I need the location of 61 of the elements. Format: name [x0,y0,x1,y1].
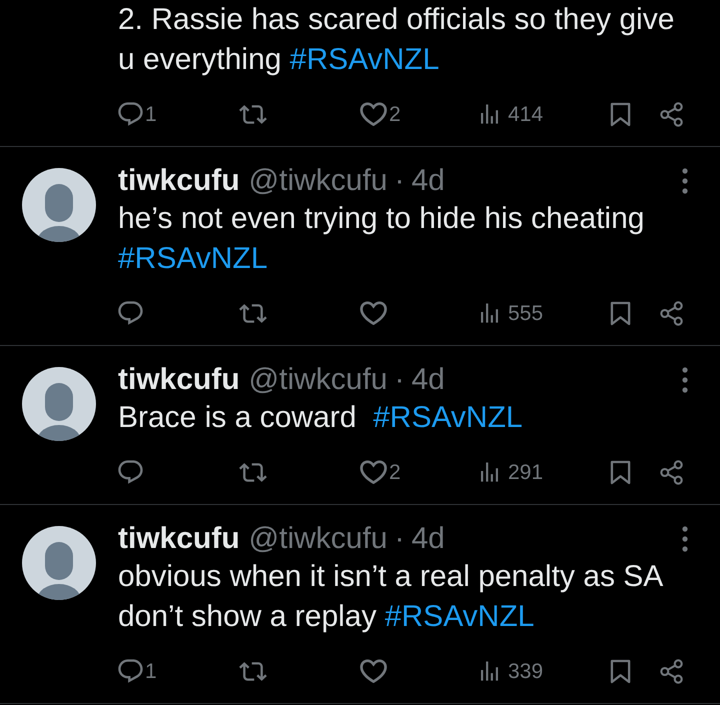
reply-icon [118,102,143,126]
timestamp: 4d [412,166,445,196]
bookmark-icon [610,460,631,484]
reply-button[interactable]: 1 [118,653,157,689]
bar-chart-icon [481,660,498,682]
more-button[interactable] [682,367,688,393]
hashtag-link[interactable]: #RSAvNZL [373,401,523,434]
heart-icon [360,102,387,126]
timestamp: 4d [412,365,445,395]
reply-icon [118,301,143,325]
timestamp: 4d [412,524,445,554]
separator: · [394,365,404,395]
avatar-icon[interactable] [22,367,96,441]
tweet-text: he’s not even trying to hide his cheating #RSAvNZL [118,201,646,277]
more-icon [682,526,688,552]
reply-icon [118,460,143,484]
reply-button[interactable]: 1 [118,96,157,132]
bar-chart-icon [481,461,498,483]
more-button[interactable] [682,168,688,194]
more-button[interactable] [682,526,688,552]
hashtag-link[interactable]: #RSAvNZL [384,600,534,633]
views-button[interactable]: 291 [481,454,544,490]
share-icon [659,460,684,484]
author-handle[interactable]: @tiwkcufu [248,524,388,554]
views-button[interactable]: 339 [481,653,544,689]
bookmark-icon [610,658,631,684]
heart-icon [360,301,387,325]
share-icon [659,102,684,126]
more-icon [682,168,688,194]
hashtag-link[interactable]: #RSAvNZL [290,43,440,76]
tweet-text: obvious when it isn’t a real penalty as SA don’t show a replay #RSAvNZL [118,559,664,635]
bookmark-icon [610,102,631,126]
like-button[interactable]: 2 [360,96,401,132]
repost-icon [239,462,267,482]
bar-chart-icon [481,302,498,324]
separator: · [394,524,404,554]
share-icon [659,300,684,326]
avatar-icon[interactable] [22,168,96,242]
tweet-text: Brace is a coward #RSAvNZL [118,400,524,436]
reply-icon [118,659,143,683]
author-name[interactable]: tiwkcufu [118,524,240,554]
separator: · [394,166,404,196]
share-icon [659,658,684,684]
author-handle[interactable]: @tiwkcufu [248,365,388,395]
tweet-text: 2. Rassie has scared officials so they give u everything #RSAvNZL [118,2,676,78]
more-icon [682,367,688,393]
views-button[interactable]: 555 [481,295,544,331]
bookmark-icon [610,300,631,326]
like-button[interactable]: 2 [360,454,401,490]
repost-icon [239,104,267,124]
repost-icon [239,304,267,322]
bar-chart-icon [481,103,498,125]
heart-icon [360,659,387,683]
heart-icon [360,460,387,484]
author-name[interactable]: tiwkcufu [118,166,240,196]
author-name[interactable]: tiwkcufu [118,365,240,395]
views-button[interactable]: 414 [481,96,544,132]
avatar-icon[interactable] [22,526,96,600]
hashtag-link[interactable]: #RSAvNZL [118,242,268,275]
author-handle[interactable]: @tiwkcufu [248,166,388,196]
repost-icon [239,662,267,680]
